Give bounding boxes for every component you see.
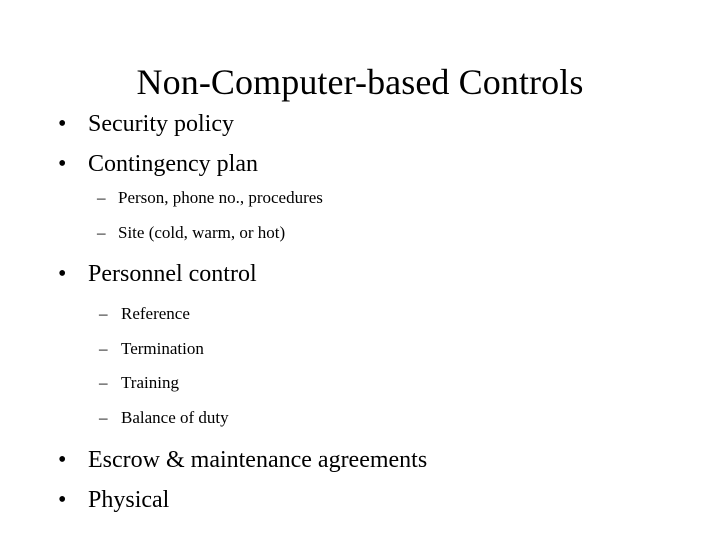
slide-title: Non-Computer-based Controls bbox=[136, 62, 584, 103]
bullet-label: Termination bbox=[121, 338, 204, 358]
sub-bullet-group-personnel: – Reference – Termination – Training – B… bbox=[0, 297, 720, 435]
bullet-dot-icon: • bbox=[58, 487, 67, 513]
dash-icon: – bbox=[99, 407, 108, 427]
bullet-label: Site (cold, warm, or hot) bbox=[118, 223, 286, 242]
bullet-level2-balance-of-duty: – Balance of duty bbox=[0, 401, 720, 436]
bullet-level2-person-phone-procedures: – Person, phone no., procedures bbox=[0, 180, 720, 215]
bullet-label: Reference bbox=[121, 304, 190, 323]
bullet-dot-icon: • bbox=[58, 447, 67, 473]
bullet-label: Training bbox=[121, 373, 179, 392]
dash-icon: – bbox=[99, 304, 108, 323]
bullet-label: Escrow & maintenance agreements bbox=[88, 447, 428, 473]
bullet-label: Physical bbox=[88, 487, 170, 513]
bullet-label: Balance of duty bbox=[121, 407, 229, 427]
bullet-dot-icon: • bbox=[58, 261, 67, 287]
bullet-level1-escrow-maintenance-agreements: • Escrow & maintenance agreements bbox=[0, 440, 720, 480]
dash-icon: – bbox=[99, 373, 108, 392]
bullet-level1-personnel-control: • Personnel control bbox=[0, 254, 720, 294]
bullet-label: Person, phone no., procedures bbox=[118, 188, 323, 207]
bullet-label: Security policy bbox=[88, 111, 234, 137]
dash-icon: – bbox=[97, 223, 106, 242]
bullet-label: Personnel control bbox=[88, 261, 257, 287]
bullet-level2-site-cold-warm-hot: – Site (cold, warm, or hot) bbox=[0, 215, 720, 250]
bullet-level1-contingency-plan: • Contingency plan bbox=[0, 144, 720, 184]
slide-body-outline: • Security policy • Contingency plan – P… bbox=[0, 104, 720, 520]
bullet-level2-training: – Training bbox=[0, 366, 720, 401]
dash-icon: – bbox=[97, 188, 106, 207]
sub-bullet-group-contingency: – Person, phone no., procedures – Site (… bbox=[0, 180, 720, 250]
bullet-level2-termination: – Termination bbox=[0, 332, 720, 367]
dash-icon: – bbox=[99, 338, 108, 358]
bullet-level2-reference: – Reference bbox=[0, 297, 720, 332]
bullet-label: Contingency plan bbox=[88, 151, 258, 177]
bullet-level1-physical: • Physical bbox=[0, 480, 720, 520]
bullet-dot-icon: • bbox=[58, 151, 67, 177]
bullet-level1-security-policy: • Security policy bbox=[0, 104, 720, 144]
slide-canvas: Non-Computer-based Controls • Security p… bbox=[0, 0, 720, 540]
bullet-dot-icon: • bbox=[58, 111, 67, 137]
